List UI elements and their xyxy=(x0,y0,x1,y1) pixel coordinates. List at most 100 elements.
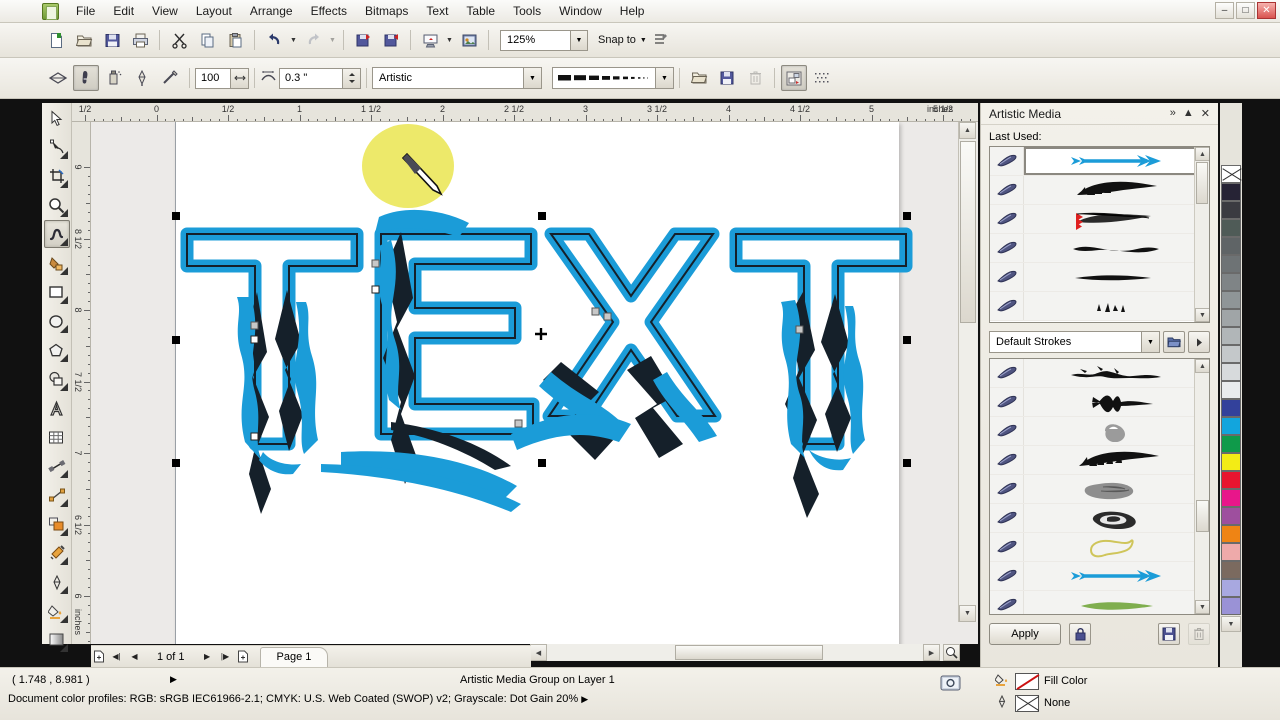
tool-connector[interactable] xyxy=(44,481,70,509)
smoothing-icon[interactable] xyxy=(230,69,248,88)
tool-interactive-fill[interactable] xyxy=(44,626,70,654)
tool-fill[interactable] xyxy=(44,597,70,625)
redo-dropdown-arrow[interactable]: ▼ xyxy=(327,28,338,52)
drawing-canvas[interactable] xyxy=(91,122,978,644)
flyout-arrow-icon[interactable] xyxy=(60,383,68,391)
first-page-button[interactable]: ◀| xyxy=(109,649,124,665)
brush-mode-button[interactable] xyxy=(73,65,99,91)
stroke-preview-cell[interactable] xyxy=(1024,176,1209,204)
dash-pattern-button[interactable] xyxy=(809,65,835,91)
stroke-branch[interactable] xyxy=(990,359,1209,388)
menu-layout[interactable]: Layout xyxy=(187,1,241,21)
undo-button[interactable] xyxy=(261,27,287,53)
application-launcher-button[interactable] xyxy=(456,27,482,53)
flyout-arrow-icon[interactable] xyxy=(60,267,68,275)
stroke-black-feather[interactable] xyxy=(990,176,1209,205)
undo-dropdown-arrow[interactable]: ▼ xyxy=(288,28,299,52)
open-button[interactable] xyxy=(71,27,97,53)
scroll-thumb[interactable] xyxy=(1196,500,1209,532)
lock-apply-button[interactable] xyxy=(1069,623,1091,645)
spinner-arrows[interactable] xyxy=(342,69,360,88)
stroke-gray-spiral[interactable] xyxy=(990,417,1209,446)
rotate-stroke-button[interactable] xyxy=(781,65,807,91)
scroll-thumb[interactable] xyxy=(1196,162,1208,204)
outline-color-swatch[interactable] xyxy=(1015,695,1039,712)
palette-swatch[interactable] xyxy=(1221,561,1241,579)
paste-button[interactable] xyxy=(222,27,248,53)
stroke-preview-cell[interactable] xyxy=(1024,504,1209,532)
stroke-preview-cell[interactable] xyxy=(1024,292,1209,320)
flyout-arrow-icon[interactable] xyxy=(60,238,68,246)
category-next-button[interactable] xyxy=(1188,331,1210,353)
save-stroke-button[interactable] xyxy=(1158,623,1180,645)
stroke-category-combo[interactable]: Artistic ▼ xyxy=(372,67,542,89)
palette-swatch[interactable] xyxy=(1221,381,1241,399)
flyout-arrow-icon[interactable] xyxy=(60,586,68,594)
scroll-down-button[interactable]: ▼ xyxy=(1195,600,1210,614)
palette-swatch[interactable] xyxy=(1221,525,1241,543)
chevron-down-icon[interactable]: ▼ xyxy=(1221,616,1241,632)
palette-swatch[interactable] xyxy=(1221,291,1241,309)
import-button[interactable] xyxy=(350,27,376,53)
stroke-splatter[interactable] xyxy=(990,292,1209,321)
tool-ellipse[interactable] xyxy=(44,307,70,335)
flyout-arrow-icon[interactable] xyxy=(60,470,68,478)
tool-artistic-media[interactable] xyxy=(44,220,70,248)
last-used-stroke-list[interactable]: ▲ ▼ xyxy=(989,146,1210,323)
tool-rectangle[interactable] xyxy=(44,278,70,306)
palette-swatch[interactable] xyxy=(1221,255,1241,273)
vertical-ruler[interactable]: 98 1/287 1/276 1/26inches xyxy=(72,122,91,644)
apply-button[interactable]: Apply xyxy=(989,623,1061,645)
stroke-preview-cell[interactable] xyxy=(1024,205,1209,233)
tool-pick[interactable] xyxy=(44,104,70,132)
color-palette[interactable]: ▼ xyxy=(1220,103,1242,667)
preset-mode-button[interactable] xyxy=(45,65,71,91)
palette-swatch[interactable] xyxy=(1221,543,1241,561)
palette-swatch[interactable] xyxy=(1221,201,1241,219)
scroll-down-button[interactable]: ▼ xyxy=(959,605,976,622)
stroke-preview-cell[interactable] xyxy=(1024,359,1209,387)
tool-crop[interactable] xyxy=(44,162,70,190)
flyout-arrow-icon[interactable] xyxy=(60,180,68,188)
tool-polygon[interactable] xyxy=(44,336,70,364)
publish-dropdown-arrow[interactable]: ▼ xyxy=(444,28,455,52)
stroke-preview-cell[interactable] xyxy=(1024,475,1209,503)
palette-swatch[interactable] xyxy=(1221,327,1241,345)
stroke-preview-cell[interactable] xyxy=(1024,234,1209,262)
browse-folder-button[interactable] xyxy=(1163,331,1185,353)
tool-blend[interactable] xyxy=(44,510,70,538)
palette-swatch[interactable] xyxy=(1221,219,1241,237)
stroke-thin-taper[interactable] xyxy=(990,263,1209,292)
menu-bitmaps[interactable]: Bitmaps xyxy=(356,1,417,21)
save-stroke-button[interactable] xyxy=(714,65,740,91)
scroll-left-button[interactable]: ◀ xyxy=(530,644,547,661)
chevron-down-icon[interactable]: ▼ xyxy=(570,31,587,50)
docker-collapse-button[interactable]: ▲ xyxy=(1183,107,1194,120)
flyout-arrow-icon[interactable] xyxy=(60,209,68,217)
stroke-black-brush[interactable] xyxy=(990,234,1209,263)
palette-swatch[interactable] xyxy=(1221,435,1241,453)
chevron-down-icon[interactable]: ▼ xyxy=(523,68,541,88)
new-document-button[interactable] xyxy=(43,27,69,53)
scroll-right-button[interactable]: ▶ xyxy=(923,644,940,661)
delete-stroke-button[interactable] xyxy=(1188,623,1210,645)
tool-dimension[interactable] xyxy=(44,452,70,480)
default-stroke-list[interactable]: ▲ ▼ xyxy=(989,358,1210,615)
stroke-textured-blob[interactable] xyxy=(990,475,1209,504)
page-tab-1[interactable]: Page 1 xyxy=(260,647,329,667)
palette-swatch[interactable] xyxy=(1221,345,1241,363)
snap-to-dropdown[interactable]: Snap to ▼ xyxy=(598,34,647,46)
status-expand-arrow-icon[interactable]: ▶ xyxy=(170,674,177,685)
tool-basic-shapes[interactable] xyxy=(44,365,70,393)
docker-expand-button[interactable]: » xyxy=(1170,107,1176,120)
save-button[interactable] xyxy=(99,27,125,53)
stroke-preview-cell[interactable] xyxy=(1024,417,1209,445)
palette-swatch[interactable] xyxy=(1221,597,1241,615)
palette-swatch[interactable] xyxy=(1221,489,1241,507)
previous-page-button[interactable]: ◀ xyxy=(127,649,142,665)
palette-swatch[interactable] xyxy=(1221,273,1241,291)
copy-button[interactable] xyxy=(194,27,220,53)
menu-edit[interactable]: Edit xyxy=(104,1,143,21)
minimize-button[interactable]: – xyxy=(1215,2,1234,19)
palette-swatch[interactable] xyxy=(1221,183,1241,201)
